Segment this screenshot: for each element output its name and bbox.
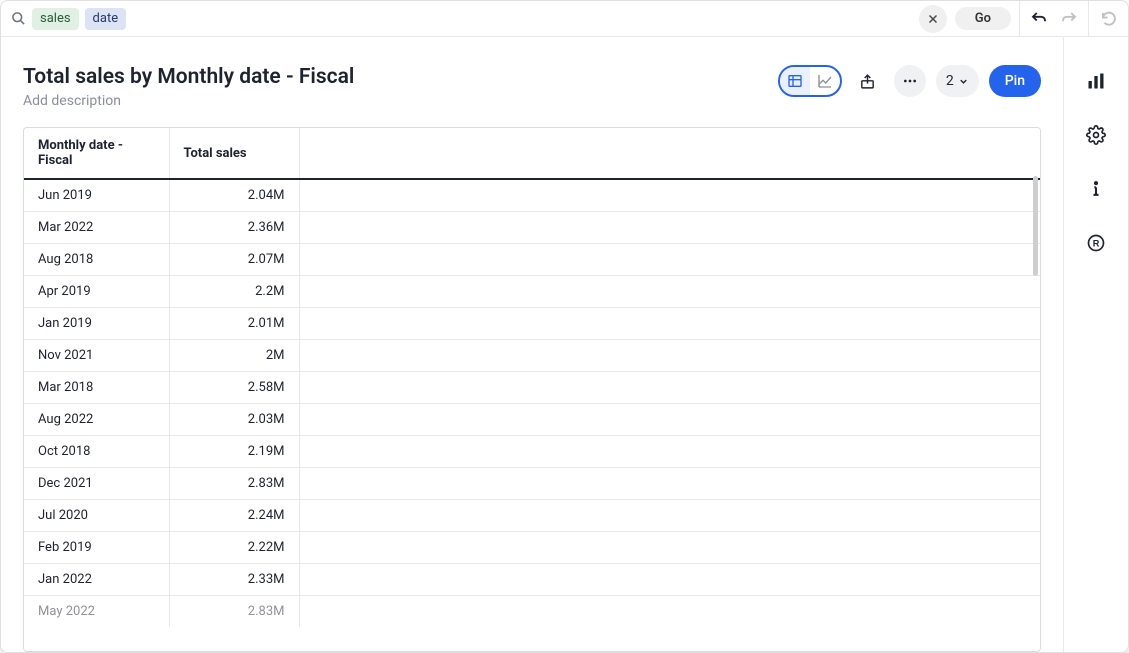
cell-sales[interactable]: 2.24M [169, 499, 299, 531]
table-row[interactable]: May 20222.83M [24, 595, 1040, 627]
nav-controls [1019, 1, 1088, 36]
cell-sales[interactable]: 2.2M [169, 275, 299, 307]
cell-date[interactable]: Nov 2021 [24, 339, 169, 371]
search-chip-sales[interactable]: sales [32, 8, 79, 30]
cell-date[interactable]: Jul 2020 [24, 499, 169, 531]
cell-date[interactable]: Jun 2019 [24, 179, 169, 211]
cell-sales[interactable]: 2.33M [169, 563, 299, 595]
cell-date[interactable]: Jan 2022 [24, 563, 169, 595]
title-block: Total sales by Monthly date - Fiscal Add… [23, 65, 354, 109]
cell-empty [299, 275, 1040, 307]
cell-date[interactable]: Feb 2019 [24, 531, 169, 563]
cell-empty [299, 435, 1040, 467]
cell-date[interactable]: Mar 2022 [24, 211, 169, 243]
cell-sales[interactable]: 2.36M [169, 211, 299, 243]
table-row[interactable]: Jan 20192.01M [24, 307, 1040, 339]
table-row[interactable]: Mar 20182.58M [24, 371, 1040, 403]
cell-sales[interactable]: 2.83M [169, 595, 299, 627]
cell-empty [299, 211, 1040, 243]
scrollbar-thumb[interactable] [1033, 176, 1038, 276]
search-chip-date[interactable]: date [85, 8, 127, 30]
chart-view-button[interactable] [810, 67, 840, 95]
go-button[interactable]: Go [955, 7, 1011, 30]
cell-date[interactable]: Jan 2019 [24, 307, 169, 339]
cell-sales[interactable]: 2.01M [169, 307, 299, 339]
spotiq-button[interactable]: R [1078, 225, 1114, 261]
cell-empty [299, 339, 1040, 371]
cell-date[interactable]: Mar 2018 [24, 371, 169, 403]
view-count-dropdown[interactable]: 2 [936, 65, 979, 97]
table-row[interactable]: Nov 20212M [24, 339, 1040, 371]
cell-sales[interactable]: 2M [169, 339, 299, 371]
cell-sales[interactable]: 2.83M [169, 467, 299, 499]
cell-sales[interactable]: 2.03M [169, 403, 299, 435]
explore-data-button[interactable] [1078, 63, 1114, 99]
cell-empty [299, 595, 1040, 627]
cell-date[interactable]: May 2022 [24, 595, 169, 627]
table-row[interactable]: Oct 20182.19M [24, 435, 1040, 467]
cell-sales[interactable]: 2.19M [169, 435, 299, 467]
table-row[interactable]: Jul 20202.24M [24, 499, 1040, 531]
cell-sales[interactable]: 2.07M [169, 243, 299, 275]
reset-button[interactable] [1088, 1, 1128, 36]
cell-empty [299, 243, 1040, 275]
toolbar: 2 Pin [778, 65, 1041, 97]
table-view-button[interactable] [780, 67, 810, 95]
settings-button[interactable] [1078, 117, 1114, 153]
table-row[interactable]: Jan 20222.33M [24, 563, 1040, 595]
svg-text:R: R [1093, 238, 1100, 248]
undo-button[interactable] [1024, 4, 1054, 34]
redo-button[interactable] [1054, 4, 1084, 34]
cell-empty [299, 403, 1040, 435]
table-row[interactable]: Apr 20192.2M [24, 275, 1040, 307]
table-row[interactable]: Aug 20182.07M [24, 243, 1040, 275]
cell-empty [299, 371, 1040, 403]
cell-sales[interactable]: 2.04M [169, 179, 299, 211]
cell-empty [299, 467, 1040, 499]
right-sidebar: R [1064, 37, 1128, 652]
share-button[interactable] [852, 65, 884, 97]
view-toggle [778, 65, 842, 97]
cell-date[interactable]: Aug 2022 [24, 403, 169, 435]
cell-empty [299, 179, 1040, 211]
page-title: Total sales by Monthly date - Fiscal [23, 65, 354, 89]
search-bar: sales date Go [1, 1, 1128, 37]
table-row[interactable]: Aug 20222.03M [24, 403, 1040, 435]
column-header-empty [299, 128, 1040, 179]
pin-button[interactable]: Pin [989, 65, 1041, 97]
table-row[interactable]: Feb 20192.22M [24, 531, 1040, 563]
info-button[interactable] [1078, 171, 1114, 207]
table-row[interactable]: Jun 20192.04M [24, 179, 1040, 211]
cell-sales[interactable]: 2.58M [169, 371, 299, 403]
cell-date[interactable]: Dec 2021 [24, 467, 169, 499]
chevron-down-icon [958, 76, 969, 87]
cell-date[interactable]: Oct 2018 [24, 435, 169, 467]
more-button[interactable] [894, 65, 926, 97]
cell-empty [299, 531, 1040, 563]
column-header-sales[interactable]: Total sales [169, 128, 299, 179]
table-row[interactable]: Dec 20212.83M [24, 467, 1040, 499]
cell-date[interactable]: Aug 2018 [24, 243, 169, 275]
table-row[interactable]: Mar 20222.36M [24, 211, 1040, 243]
column-header-date[interactable]: Monthly date - Fiscal [24, 128, 169, 179]
results-table: Monthly date - Fiscal Total sales Jun 20… [23, 127, 1041, 652]
cell-sales[interactable]: 2.22M [169, 531, 299, 563]
clear-search-button[interactable] [919, 5, 947, 33]
cell-empty [299, 563, 1040, 595]
cell-empty [299, 307, 1040, 339]
cell-empty [299, 499, 1040, 531]
add-description[interactable]: Add description [23, 93, 354, 109]
cell-date[interactable]: Apr 2019 [24, 275, 169, 307]
search-icon [11, 11, 26, 26]
